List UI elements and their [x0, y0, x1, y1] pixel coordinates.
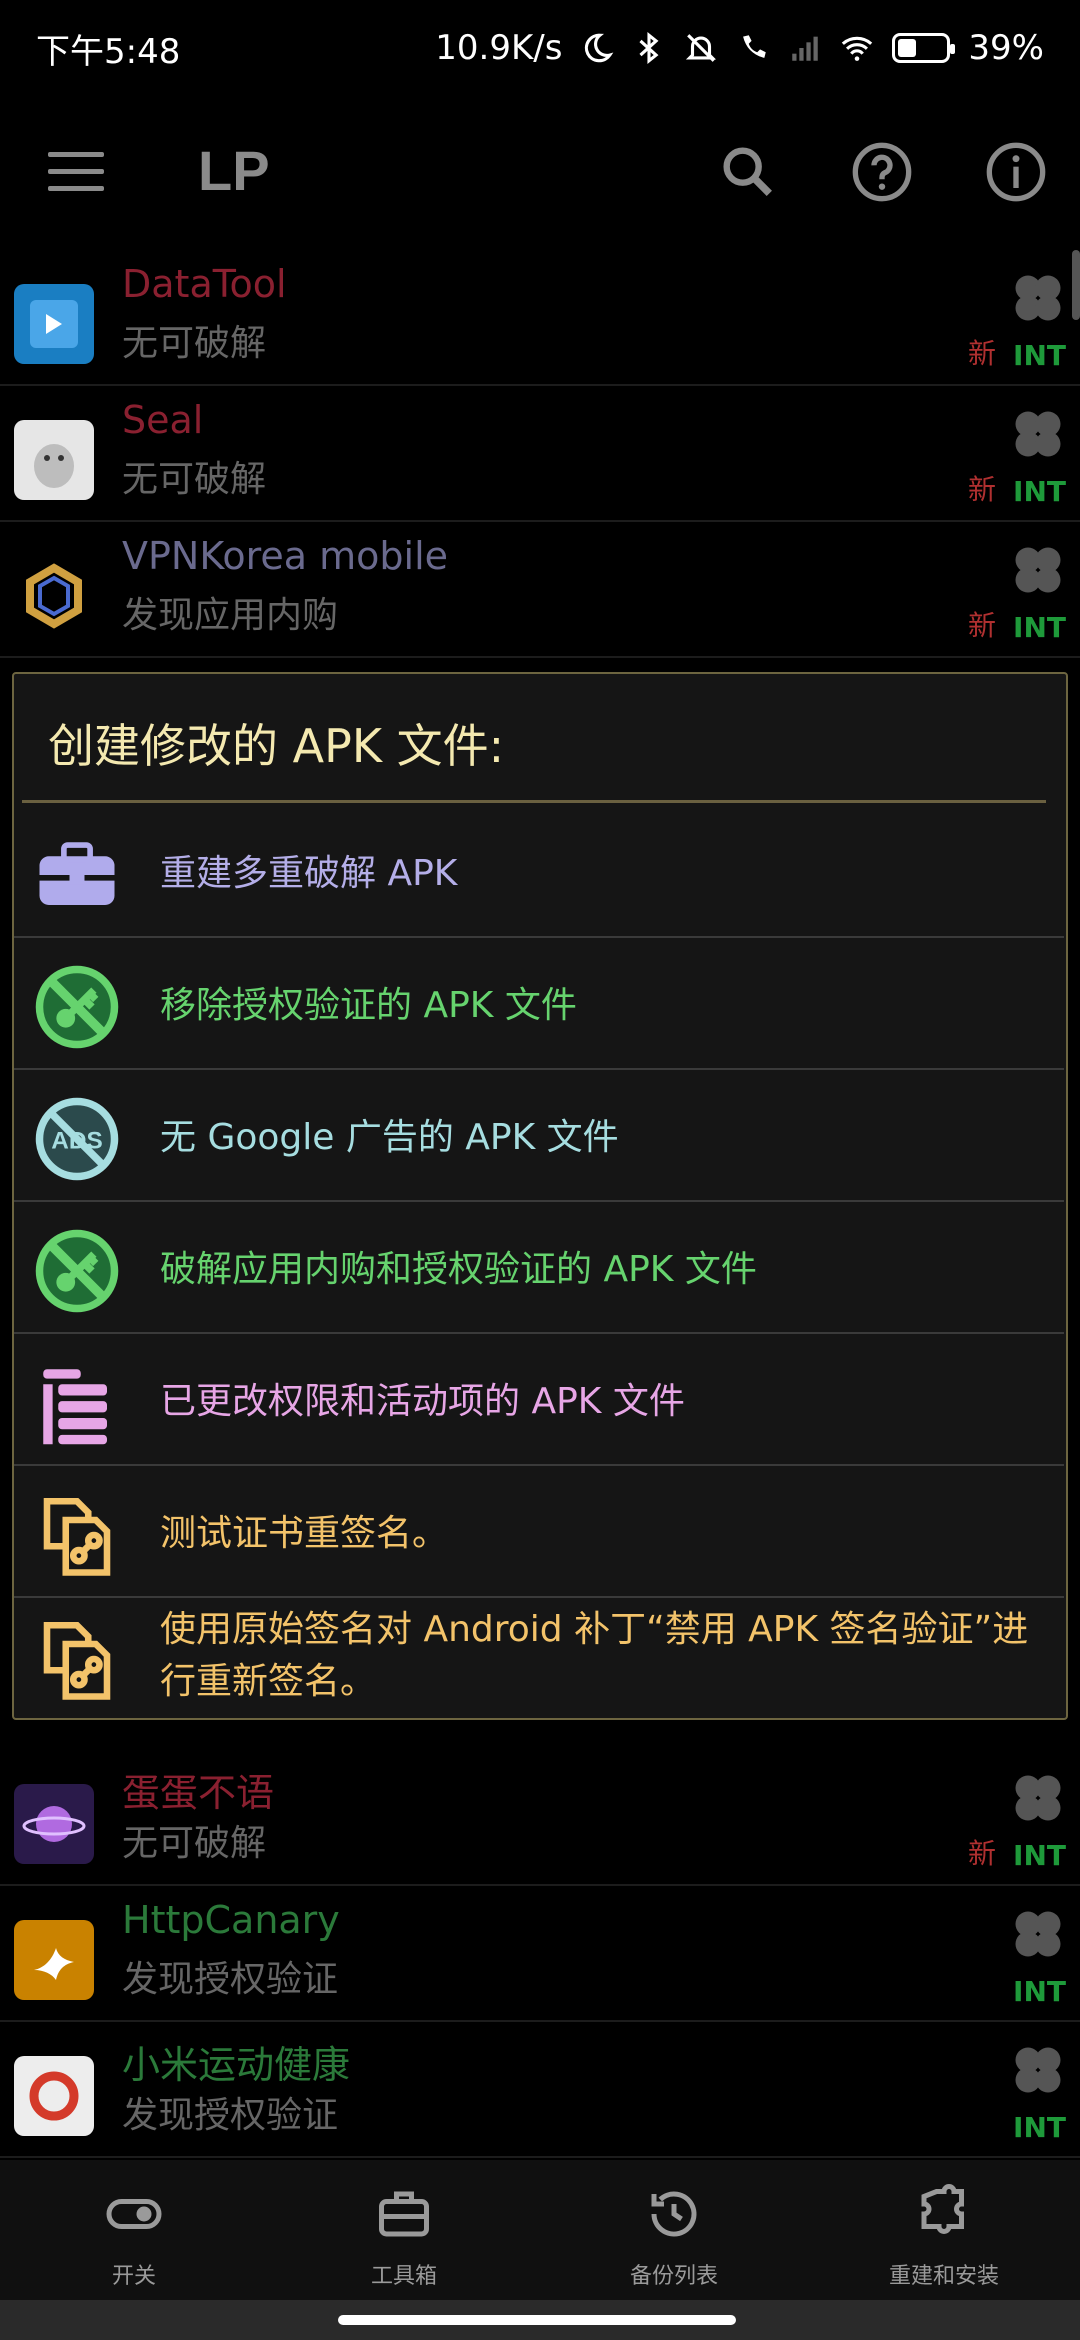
int-tag: INT	[1013, 339, 1066, 372]
signal-icon	[792, 36, 819, 61]
status-time: 下午5:48	[36, 31, 181, 72]
app-status: 发现授权验证	[122, 2095, 339, 2136]
option-label: 测试证书重签名。	[160, 1513, 449, 1554]
nav-backup-list[interactable]: 备份列表	[584, 2184, 764, 2290]
app-row[interactable]: HttpCanary 发现授权验证 INT	[0, 1884, 1080, 2022]
clover-icon	[1015, 411, 1061, 457]
app-title: LP	[198, 139, 270, 202]
status-icons: 10.9K/s 39%	[435, 28, 1044, 68]
app-name: HttpCanary	[122, 1898, 340, 1942]
toolbox-icon	[39, 842, 115, 905]
battery-percent: 39%	[968, 28, 1044, 68]
moon-icon	[585, 33, 614, 63]
clover-icon	[1015, 1911, 1061, 1957]
bottom-navigation: 开关 工具箱 备份列表 重建和安装	[0, 2160, 1080, 2300]
info-icon[interactable]	[984, 140, 1048, 204]
no-key-icon	[35, 965, 119, 1049]
clover-icon	[1015, 275, 1061, 321]
wifi-icon	[842, 36, 873, 61]
bluetooth-icon	[639, 32, 659, 64]
create-apk-dialog: 创建修改的 APK 文件: 重建多重破解 APK 移除授权验证的 APK 文件 …	[12, 672, 1068, 1720]
mi-fitness-app-icon	[14, 2056, 94, 2136]
option-test-cert-resign[interactable]: 测试证书重签名。	[14, 1466, 1064, 1598]
help-icon[interactable]	[850, 140, 914, 204]
app-name: VPNKorea mobile	[122, 534, 449, 578]
option-rebuild-multi-crack[interactable]: 重建多重破解 APK	[14, 806, 1064, 938]
dialog-divider	[22, 800, 1046, 803]
nav-toolbox[interactable]: 工具箱	[314, 2184, 494, 2290]
option-label: 已更改权限和活动项的 APK 文件	[160, 1381, 685, 1422]
app-name: Seal	[122, 398, 204, 442]
app-bar: LP	[0, 96, 1080, 248]
int-tag: INT	[1013, 611, 1066, 644]
int-tag: INT	[1013, 1839, 1066, 1872]
search-icon[interactable]	[716, 140, 780, 204]
app-status: 无可破解	[122, 459, 267, 500]
no-key-icon	[35, 1229, 119, 1313]
app-status: 无可破解	[122, 1823, 267, 1864]
menu-icon[interactable]	[48, 152, 104, 192]
app-row[interactable]: Seal 无可破解 新 INT	[0, 384, 1080, 522]
backup-icon	[651, 2191, 697, 2237]
new-tag: 新	[967, 473, 996, 506]
app-name: DataTool	[122, 262, 287, 306]
toolbox-icon	[379, 2191, 429, 2237]
status-bar: 下午5:48 10.9K/s 39%	[0, 0, 1080, 96]
battery-icon	[892, 33, 956, 63]
app-name: 小米运动健康	[122, 2043, 351, 2087]
nav-label: 重建和安装	[888, 2264, 999, 2289]
app-row[interactable]: 蛋蛋不语 无可破解 新 INT	[0, 1748, 1080, 1886]
option-label: 使用原始签名对 Android 补丁“禁用 APK 签名验证”进行重新签名。	[160, 1609, 1029, 1702]
option-label: 重建多重破解 APK	[160, 853, 458, 894]
app-row[interactable]: DataTool 无可破解 新 INT	[0, 248, 1080, 386]
toggle-icon	[106, 2199, 162, 2229]
httpcanary-app-icon	[14, 1920, 94, 2000]
home-indicator-area	[0, 2300, 1080, 2340]
option-label: 破解应用内购和授权验证的 APK 文件	[160, 1249, 757, 1290]
option-remove-license[interactable]: 移除授权验证的 APK 文件	[14, 938, 1064, 1070]
app-status: 无可破解	[122, 323, 267, 364]
network-speed: 10.9K/s	[435, 28, 563, 68]
clover-icon	[1015, 1775, 1061, 1821]
option-label: 无 Google 广告的 APK 文件	[160, 1117, 619, 1158]
new-tag: 新	[967, 337, 996, 370]
home-indicator[interactable]	[338, 2315, 736, 2325]
puzzle-icon	[921, 2184, 964, 2234]
scrollbar[interactable]	[1072, 250, 1080, 320]
option-label: 移除授权验证的 APK 文件	[160, 985, 577, 1026]
no-ads-icon: ADS	[35, 1097, 119, 1181]
option-no-google-ads[interactable]: ADS 无 Google 广告的 APK 文件	[14, 1070, 1064, 1202]
bell-off-icon	[686, 34, 717, 62]
nav-rebuild-install[interactable]: 重建和安装	[854, 2184, 1034, 2290]
option-permissions-activities[interactable]: 已更改权限和活动项的 APK 文件	[14, 1334, 1064, 1466]
new-tag: 新	[967, 1837, 996, 1870]
nav-label: 开关	[111, 2264, 156, 2289]
app-status: 发现授权验证	[122, 1959, 339, 2000]
list-bars-icon	[43, 1369, 107, 1445]
app-status: 发现应用内购	[122, 595, 339, 636]
nav-switch[interactable]: 开关	[44, 2184, 224, 2290]
app-row[interactable]: VPNKorea mobile 发现应用内购 新 INT	[0, 520, 1080, 658]
clover-icon	[1015, 2047, 1061, 2093]
sign-files-icon	[43, 1497, 111, 1576]
int-tag: INT	[1013, 475, 1066, 508]
int-tag: INT	[1013, 1975, 1066, 2008]
new-tag: 新	[967, 609, 996, 642]
vpnkorea-app-icon	[14, 556, 94, 636]
nav-label: 备份列表	[629, 2264, 718, 2289]
nav-label: 工具箱	[370, 2264, 437, 2289]
datatool-app-icon	[14, 284, 94, 364]
planet-app-icon	[14, 1784, 94, 1864]
int-tag: INT	[1013, 2111, 1066, 2144]
option-crack-iap-license[interactable]: 破解应用内购和授权验证的 APK 文件	[14, 1202, 1064, 1334]
dialog-title: 创建修改的 APK 文件:	[48, 719, 505, 773]
seal-app-icon	[14, 420, 94, 500]
clover-icon	[1015, 547, 1061, 593]
call-forward-icon	[743, 35, 767, 58]
option-original-sign-patch[interactable]: 使用原始签名对 Android 补丁“禁用 APK 签名验证”进行重新签名。	[14, 1598, 1064, 1718]
app-name: 蛋蛋不语	[122, 1771, 275, 1815]
sign-files-icon	[43, 1621, 111, 1700]
app-row[interactable]: 小米运动健康 发现授权验证 INT	[0, 2020, 1080, 2158]
